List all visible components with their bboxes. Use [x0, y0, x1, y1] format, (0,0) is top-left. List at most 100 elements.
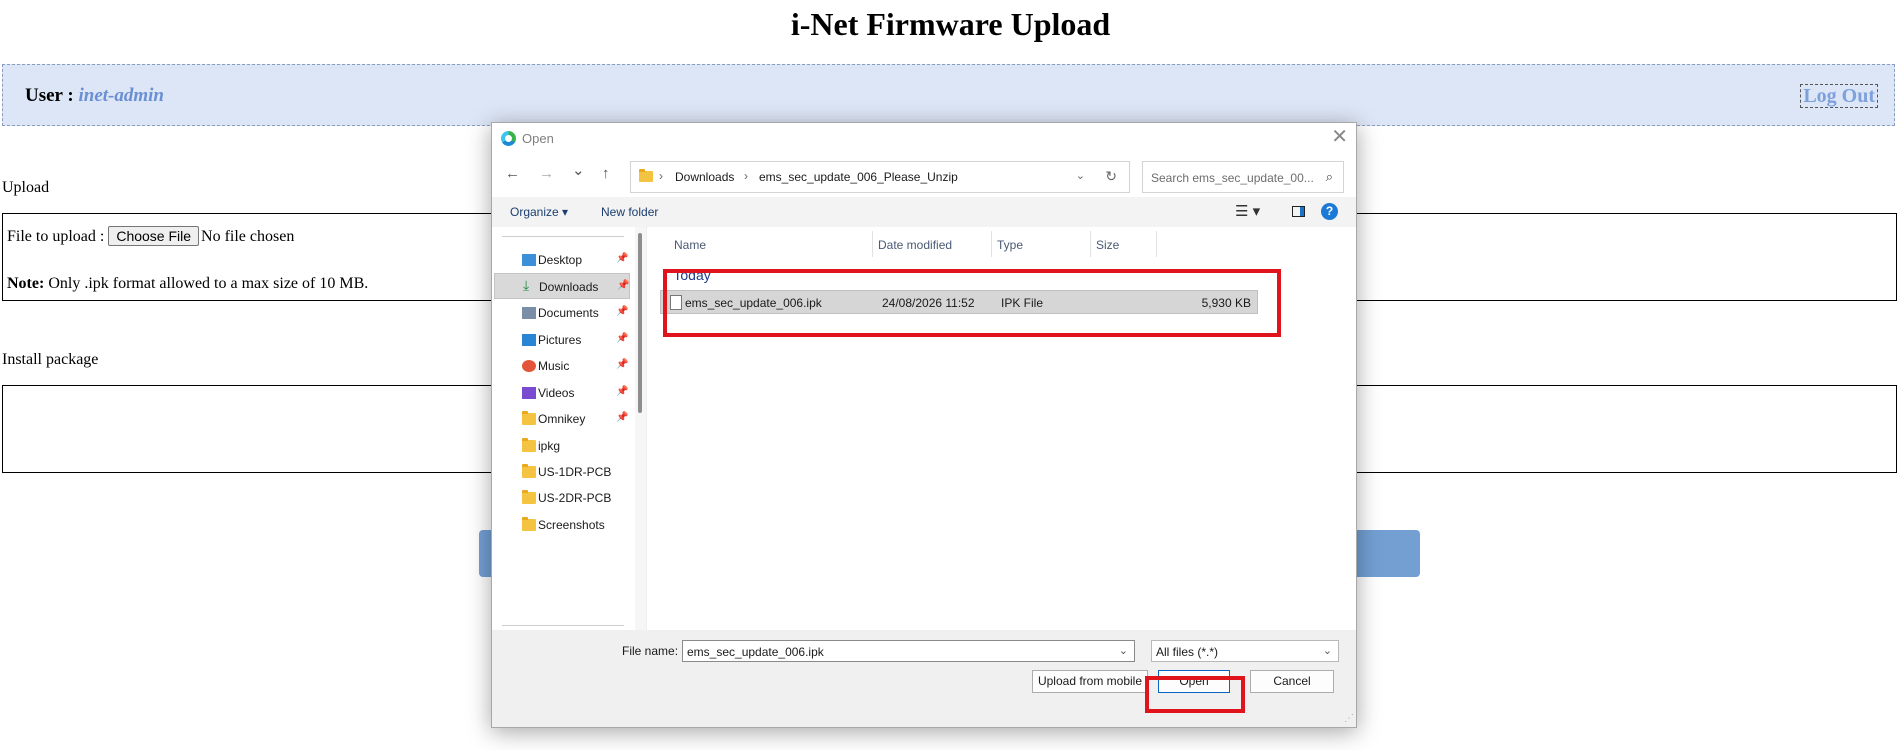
user-name: inet-admin: [78, 85, 164, 106]
breadcrumb-separator: ›: [744, 169, 748, 183]
nav-divider: [502, 236, 624, 237]
nav-divider: [502, 625, 624, 626]
chevron-down-icon: ⌄: [1322, 645, 1332, 657]
forward-arrow-icon[interactable]: →: [539, 166, 554, 182]
nav-item-videos[interactable]: Videos 📌: [494, 380, 630, 406]
nav-scrollbar-thumb[interactable]: [638, 233, 642, 413]
close-icon[interactable]: ✕: [1331, 126, 1348, 148]
folder-icon: [522, 411, 536, 425]
nav-item-label: US-2DR-PCB: [538, 491, 612, 505]
collapse-chevron-icon[interactable]: ⌄: [661, 272, 669, 283]
navigation-pane: Desktop 📌 ⤓ Downloads 📌 Documents 📌 Pict…: [492, 227, 635, 630]
file-size: 5,930 KB: [1201, 296, 1251, 310]
file-name-label: File name:: [622, 644, 679, 658]
nav-item-omnikey[interactable]: Omnikey 📌: [494, 406, 630, 432]
search-placeholder: Search ems_sec_update_00...: [1151, 171, 1314, 185]
column-divider[interactable]: [991, 231, 992, 257]
nav-item-screenshots[interactable]: Screenshots: [494, 512, 630, 538]
logout-link[interactable]: Log Out: [1800, 84, 1878, 108]
group-label: Today: [673, 267, 711, 283]
upload-line: File to upload : Choose File No file chose…: [7, 226, 294, 246]
file-name: ems_sec_update_006.ipk: [685, 296, 822, 310]
help-icon[interactable]: ?: [1321, 203, 1338, 220]
file-to-upload-label: File to upload :: [7, 228, 105, 245]
nav-item-label: US-1DR-PCB: [538, 465, 612, 479]
recent-locations-chevron-icon[interactable]: ⌄: [572, 163, 585, 179]
nav-item-music[interactable]: Music 📌: [494, 353, 630, 379]
upload-note: Note: Only .ipk format allowed to a max …: [7, 275, 368, 293]
no-file-chosen-text: No file chosen: [201, 228, 295, 245]
page-title: i-Net Firmware Upload: [790, 6, 1111, 42]
pin-icon: 📌: [616, 412, 629, 423]
search-icon: ⌕: [1325, 169, 1333, 184]
user-label-text: User :: [25, 85, 79, 106]
nav-item-documents[interactable]: Documents 📌: [494, 300, 630, 326]
choose-file-button[interactable]: Choose File: [108, 226, 200, 246]
column-header-date-modified[interactable]: Date modified: [878, 238, 952, 252]
file-date: 24/08/2026 11:52: [882, 296, 975, 310]
file-type-value: All files (*.*): [1156, 645, 1219, 659]
preview-pane-icon[interactable]: [1292, 206, 1305, 217]
new-folder-button[interactable]: New folder: [601, 205, 658, 219]
edge-browser-icon: [501, 131, 516, 146]
breadcrumb-downloads[interactable]: Downloads: [675, 170, 734, 184]
nav-item-label: Downloads: [539, 280, 599, 294]
back-arrow-icon[interactable]: ←: [505, 166, 520, 182]
organize-menu[interactable]: Organize ▾: [510, 205, 568, 219]
group-header-today[interactable]: ⌄ Today: [661, 267, 711, 283]
refresh-icon[interactable]: ↻: [1105, 168, 1117, 185]
nav-item-desktop[interactable]: Desktop 📌: [494, 247, 630, 273]
note-text: Only .ipk format allowed to a max size o…: [44, 275, 369, 292]
folder-icon: [522, 517, 536, 531]
column-header-size[interactable]: Size: [1096, 238, 1119, 252]
dialog-bottom-bar: File name: ems_sec_update_006.ipk ⌄ All …: [492, 630, 1356, 726]
column-divider[interactable]: [1090, 231, 1091, 257]
dialog-toolbar: Organize ▾ New folder ☰ ▾ ?: [492, 197, 1356, 228]
music-icon: [522, 360, 536, 372]
chevron-down-icon[interactable]: ⌄: [1119, 644, 1128, 657]
file-name-input[interactable]: ems_sec_update_006.ipk ⌄: [682, 640, 1135, 662]
search-box[interactable]: Search ems_sec_update_00... ⌕: [1142, 161, 1344, 193]
column-divider[interactable]: [1156, 231, 1157, 257]
open-button[interactable]: Open: [1158, 670, 1230, 693]
pin-icon: 📌: [616, 253, 629, 264]
file-icon: [670, 295, 682, 310]
nav-item-downloads[interactable]: ⤓ Downloads 📌: [494, 273, 630, 299]
upload-section-label: Upload: [2, 179, 50, 196]
nav-item-label: Music: [538, 359, 570, 373]
nav-item-label: Desktop: [538, 253, 583, 267]
file-type-select[interactable]: All files (*.*) ⌄: [1151, 640, 1339, 662]
open-file-dialog: Open ✕ ← → ⌄ ↑ › Downloads › ems_sec_upd…: [491, 122, 1357, 728]
pin-icon: 📌: [617, 280, 630, 291]
nav-item-pictures[interactable]: Pictures 📌: [494, 327, 630, 353]
pin-icon: 📌: [616, 333, 629, 344]
resize-grip-icon[interactable]: ⋰: [1344, 713, 1354, 724]
nav-item-ipkg[interactable]: ipkg: [494, 433, 630, 459]
user-bar: User : inet-admin Log Out: [2, 64, 1895, 126]
address-dropdown-chevron-icon[interactable]: ⌄: [1076, 169, 1085, 182]
pin-icon: 📌: [616, 306, 629, 317]
upload-from-mobile-button[interactable]: Upload from mobile: [1032, 670, 1148, 693]
folder-icon: [522, 464, 536, 478]
nav-item-label: Screenshots: [538, 518, 605, 532]
file-list: Name Date modified Type Size ⌄ Today ems_…: [647, 227, 1356, 630]
view-options-icon[interactable]: ☰ ▾: [1235, 202, 1260, 220]
column-divider[interactable]: [872, 231, 873, 257]
breadcrumb-separator: ›: [659, 169, 663, 183]
file-type: IPK File: [1001, 296, 1044, 310]
up-arrow-icon[interactable]: ↑: [602, 166, 610, 182]
file-row[interactable]: ems_sec_update_006.ipk 24/08/2026 11:52 …: [660, 290, 1258, 314]
breadcrumb-current-folder[interactable]: ems_sec_update_006_Please_Unzip: [759, 170, 958, 184]
column-header-name[interactable]: Name: [674, 238, 706, 252]
column-header-type[interactable]: Type: [997, 238, 1023, 252]
cancel-button[interactable]: Cancel: [1250, 670, 1334, 693]
dialog-titlebar: Open ✕: [492, 123, 1356, 154]
address-bar[interactable]: › Downloads › ems_sec_update_006_Please_…: [630, 161, 1130, 193]
nav-item-us-2dr-pcb[interactable]: US-2DR-PCB: [494, 485, 630, 511]
nav-item-label: Omnikey: [538, 412, 586, 426]
pin-icon: 📌: [616, 386, 629, 397]
pictures-icon: [522, 334, 536, 346]
nav-item-us-1dr-pcb[interactable]: US-1DR-PCB: [494, 459, 630, 485]
download-icon: ⤓: [523, 277, 530, 293]
note-label: Note:: [7, 275, 45, 292]
